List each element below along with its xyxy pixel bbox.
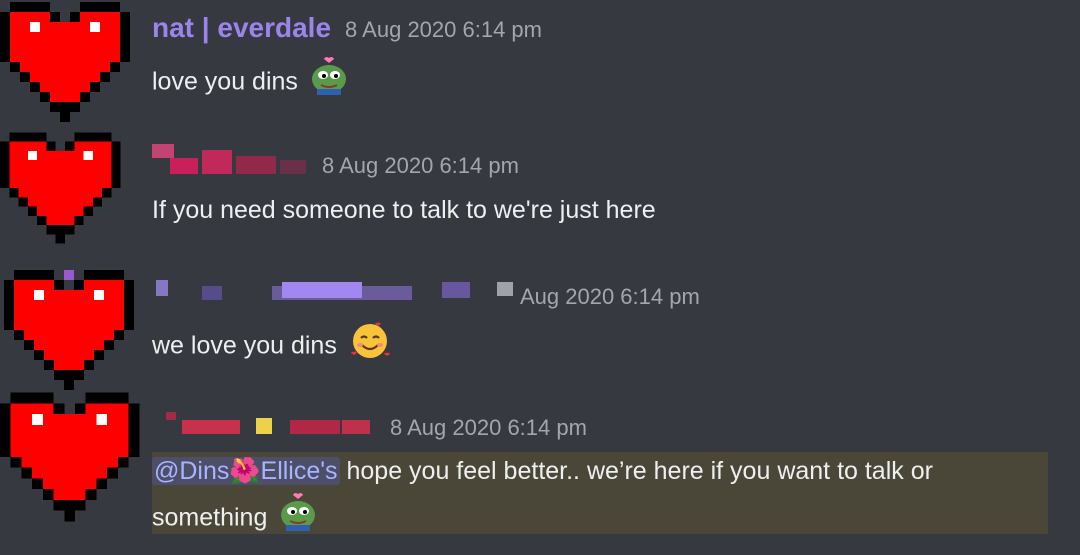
avatar[interactable]: [0, 128, 150, 253]
avatar[interactable]: [0, 392, 150, 522]
redacted-author: [152, 410, 377, 440]
message-text: we love you dins: [152, 331, 337, 360]
timestamp: 8 Aug 2020 6:14 pm: [345, 17, 542, 42]
author-name[interactable]: nat | everdale: [152, 12, 331, 44]
message-header: 8 Aug 2020 6:14 pm: [322, 153, 519, 179]
redacted-author: [152, 142, 307, 182]
message-text: love you dins: [152, 67, 298, 96]
timestamp: 8 Aug 2020 6:14 pm: [390, 415, 587, 440]
user-mention[interactable]: @Dins🌺Ellice's: [152, 457, 340, 485]
avatar[interactable]: [0, 2, 150, 127]
pixel-heart-icon: [0, 2, 130, 122]
avatar[interactable]: [0, 270, 150, 395]
message-text: hope you feel better.. we’re here if you…: [339, 457, 933, 485]
message-header: Aug 2020 6:14 pm: [520, 284, 700, 310]
message-header: 8 Aug 2020 6:14 pm: [390, 415, 587, 441]
pixel-heart-icon: [4, 270, 134, 390]
message-text: something: [152, 503, 268, 532]
pepe-heart-icon[interactable]: [309, 57, 349, 109]
timestamp: 8 Aug 2020 6:14 pm: [322, 153, 519, 178]
timestamp: Aug 2020 6:14 pm: [520, 284, 700, 309]
message-content: we love you dins: [152, 319, 392, 375]
pepe-heart-icon[interactable]: [278, 493, 318, 545]
message-content: @Dins🌺Ellice's hope you feel better.. we…: [152, 449, 933, 493]
message-content: love you dins: [152, 57, 349, 109]
message-header: nat | everdale 8 Aug 2020 6:14 pm: [152, 12, 542, 44]
message-text: If you need someone to talk to we're jus…: [152, 196, 656, 224]
pixel-heart-icon: [0, 392, 140, 522]
redacted-author: [152, 278, 522, 308]
message-content: If you need someone to talk to we're jus…: [152, 188, 656, 232]
smiling-face-with-hearts-icon[interactable]: [348, 319, 392, 375]
pixel-heart-icon: [0, 132, 121, 244]
message-content-continued: something: [152, 493, 318, 545]
